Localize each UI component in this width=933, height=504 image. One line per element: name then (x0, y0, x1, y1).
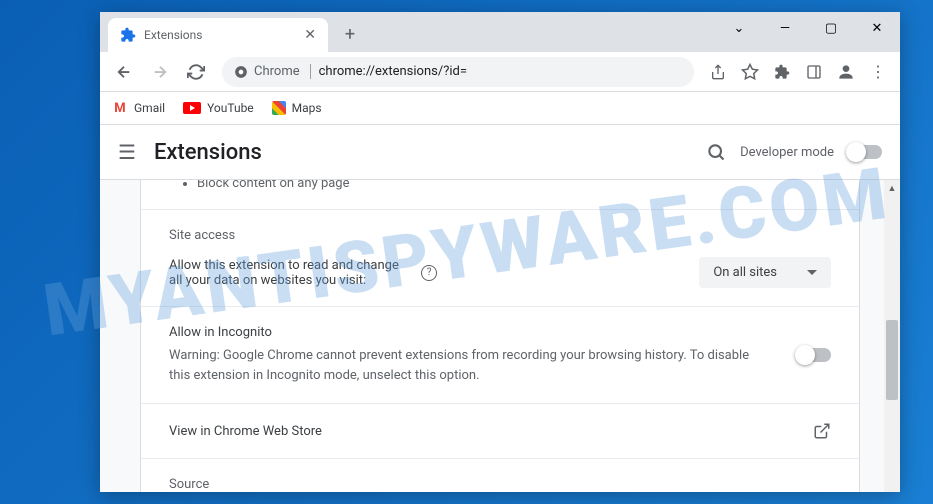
site-access-label: Site access (169, 228, 831, 243)
scroll-thumb[interactable] (886, 320, 898, 400)
maps-icon (272, 101, 286, 115)
chevron-down-icon (807, 270, 817, 275)
incognito-toggle[interactable] (797, 348, 831, 362)
back-button[interactable] (108, 56, 140, 88)
gmail-icon: M (112, 100, 128, 116)
permission-item: Block content on any page (197, 180, 831, 191)
titlebar: Extensions ✕ + ⌄ — ▢ ✕ (100, 12, 900, 52)
reload-button[interactable] (180, 56, 212, 88)
hamburger-menu-icon[interactable]: ☰ (118, 140, 136, 164)
permission-list: Block content on any page (169, 180, 831, 191)
site-access-dropdown[interactable]: On all sites (699, 257, 831, 288)
bookmark-gmail[interactable]: M Gmail (112, 100, 165, 116)
bookmarks-bar: M Gmail YouTube Maps (100, 92, 900, 124)
forward-button[interactable] (144, 56, 176, 88)
external-link-icon[interactable] (813, 422, 831, 440)
address-bar[interactable]: Chrome chrome://extensions/?id= (222, 57, 694, 87)
tab-close-icon[interactable]: ✕ (304, 27, 316, 43)
view-webstore-link[interactable]: View in Chrome Web Store (169, 424, 813, 439)
toolbar: Chrome chrome://extensions/?id= ⋮ (100, 52, 900, 92)
content-area: Block content on any page Site access Al… (100, 180, 900, 492)
page-title: Extensions (154, 140, 262, 165)
maximize-button[interactable]: ▢ (808, 12, 854, 44)
profile-avatar-icon[interactable] (832, 58, 860, 86)
chrome-window: Extensions ✕ + ⌄ — ▢ ✕ Chrome chrome://e… (100, 12, 900, 492)
source-label: Source (169, 477, 831, 492)
tab-title: Extensions (144, 28, 202, 42)
sidepanel-icon[interactable] (800, 58, 828, 86)
dropdown-value: On all sites (713, 265, 777, 280)
youtube-icon (183, 102, 201, 114)
new-tab-button[interactable]: + (336, 20, 364, 48)
minimize-button[interactable]: — (762, 12, 808, 44)
address-text: chrome://extensions/?id= (319, 64, 467, 79)
share-icon[interactable] (704, 58, 732, 86)
help-icon[interactable]: ? (421, 265, 437, 281)
bookmark-label: YouTube (207, 101, 254, 115)
page-header: ☰ Extensions Developer mode (100, 124, 900, 180)
site-access-text: Allow this extension to read and change … (169, 258, 411, 288)
extension-icon (120, 27, 136, 43)
bookmark-label: Gmail (134, 101, 165, 115)
bookmark-maps[interactable]: Maps (272, 101, 322, 115)
bookmark-star-icon[interactable] (736, 58, 764, 86)
extension-details-panel: Block content on any page Site access Al… (140, 180, 860, 492)
developer-mode-label: Developer mode (740, 145, 834, 160)
dropdown-caret-icon[interactable]: ⌄ (716, 12, 762, 44)
incognito-title: Allow in Incognito (169, 325, 797, 340)
bookmark-label: Maps (292, 101, 322, 115)
chip-label: Chrome (254, 64, 300, 79)
scroll-up-icon[interactable]: ▲ (884, 180, 900, 196)
kebab-menu-icon[interactable]: ⋮ (864, 58, 892, 86)
address-chip: Chrome (234, 64, 311, 79)
window-controls: ⌄ — ▢ ✕ (716, 12, 900, 44)
search-icon[interactable] (706, 142, 726, 162)
incognito-warning: Warning: Google Chrome cannot prevent ex… (169, 346, 769, 385)
browser-tab[interactable]: Extensions ✕ (108, 18, 328, 52)
bookmark-youtube[interactable]: YouTube (183, 101, 254, 115)
chrome-icon (234, 65, 248, 79)
close-window-button[interactable]: ✕ (854, 12, 900, 44)
scrollbar[interactable]: ▲ (884, 180, 900, 492)
extensions-puzzle-icon[interactable] (768, 58, 796, 86)
developer-mode-toggle[interactable] (848, 145, 882, 159)
